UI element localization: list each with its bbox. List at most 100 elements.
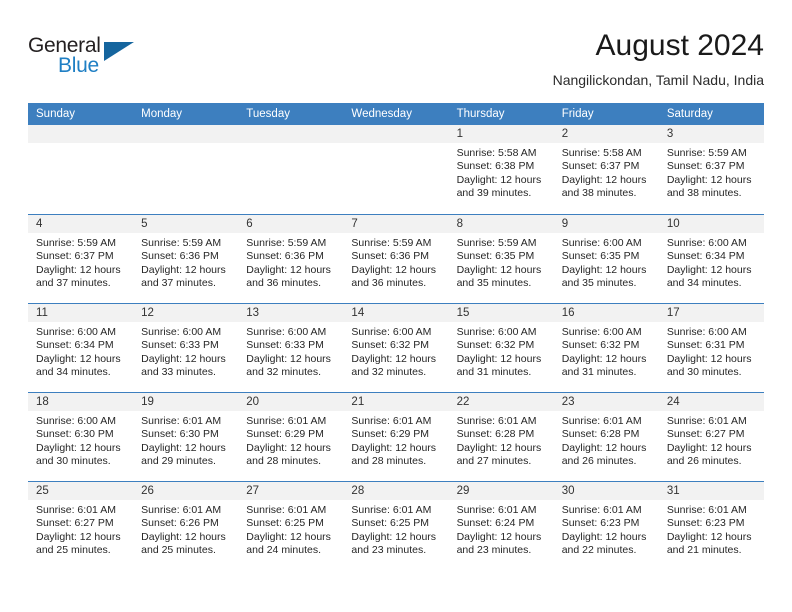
calendar-day-cell[interactable]: 7 Sunrise: 5:59 AM Sunset: 6:36 PM Daylight… bbox=[343, 215, 449, 303]
day-daylight-line2-text: and 22 minutes. bbox=[561, 544, 637, 557]
day-number: 3 bbox=[658, 125, 764, 143]
day-sunset-text: Sunset: 6:37 PM bbox=[36, 250, 114, 263]
day-daylight-line2-text: and 37 minutes. bbox=[36, 277, 111, 290]
weekday-monday: Monday bbox=[141, 108, 183, 120]
day-sunrise-text: Sunrise: 6:00 AM bbox=[36, 326, 116, 338]
calendar-day-cell[interactable]: 29 Sunrise: 6:01 AM Sunset: 6:24 PM Dayligh… bbox=[448, 482, 554, 570]
day-sunset-text: Sunset: 6:23 PM bbox=[561, 517, 640, 530]
day-number: 27 bbox=[238, 482, 344, 500]
day-number: 26 bbox=[133, 482, 239, 500]
weekday-sunday: Sunday bbox=[36, 108, 76, 120]
calendar-day-cell[interactable]: 19 Sunrise: 6:01 AM Sunset: 6:30 PM Dayligh… bbox=[133, 393, 239, 481]
day-daylight-line2-text: and 35 minutes. bbox=[456, 277, 532, 290]
day-sunrise-text: Sunrise: 6:01 AM bbox=[561, 504, 642, 516]
calendar-day-cell[interactable]: 13 Sunrise: 6:00 AM Sunset: 6:33 PM Dayligh… bbox=[238, 304, 344, 392]
day-daylight-line2-text: and 33 minutes. bbox=[141, 366, 216, 379]
day-sunset-text: Sunset: 6:24 PM bbox=[456, 517, 535, 530]
calendar-day-cell[interactable]: 3 Sunrise: 5:59 AM Sunset: 6:37 PM Daylight… bbox=[658, 125, 764, 214]
day-daylight-line2-text: and 32 minutes. bbox=[351, 366, 427, 379]
calendar-day-cell[interactable]: 31 Sunrise: 6:01 AM Sunset: 6:23 PM Dayligh… bbox=[658, 482, 764, 570]
calendar-day-cell[interactable]: 21 Sunrise: 6:01 AM Sunset: 6:29 PM Dayligh… bbox=[343, 393, 449, 481]
day-number bbox=[28, 125, 134, 143]
calendar-day-cell[interactable]: 10 Sunrise: 6:00 AM Sunset: 6:34 PM Dayligh… bbox=[658, 215, 764, 303]
calendar-day-cell[interactable]: 2 Sunrise: 5:58 AM Sunset: 6:37 PM Daylight… bbox=[553, 125, 659, 214]
day-number: 30 bbox=[553, 482, 659, 500]
calendar-day-cell[interactable]: 11 Sunrise: 6:00 AM Sunset: 6:34 PM Dayligh… bbox=[28, 304, 134, 392]
day-sunrise-text: Sunrise: 6:01 AM bbox=[456, 415, 537, 427]
day-details: Sunrise: 6:01 AM Sunset: 6:27 PM Daylight:… bbox=[659, 411, 764, 469]
day-details: Sunrise: 6:01 AM Sunset: 6:28 PM Daylight:… bbox=[449, 411, 554, 469]
day-daylight-line2-text: and 24 minutes. bbox=[246, 544, 321, 557]
day-sunrise-text: Sunrise: 6:01 AM bbox=[246, 504, 327, 516]
day-number: 15 bbox=[448, 304, 554, 322]
day-sunset-text: Sunset: 6:34 PM bbox=[36, 339, 114, 352]
day-number: 4 bbox=[28, 215, 134, 233]
calendar-day-cell[interactable]: 4 Sunrise: 5:59 AM Sunset: 6:37 PM Daylight… bbox=[28, 215, 134, 303]
day-details: Sunrise: 6:01 AM Sunset: 6:30 PM Daylight:… bbox=[133, 411, 238, 469]
day-sunrise-text: Sunrise: 6:01 AM bbox=[351, 415, 432, 427]
day-sunrise-text: Sunrise: 5:59 AM bbox=[36, 237, 116, 249]
day-daylight-line1-text: Daylight: 12 hours bbox=[246, 530, 331, 543]
day-details: Sunrise: 5:59 AM Sunset: 6:37 PM Daylight:… bbox=[28, 233, 133, 291]
day-sunset-text: Sunset: 6:27 PM bbox=[36, 517, 114, 530]
day-sunrise-text: Sunrise: 6:00 AM bbox=[351, 326, 432, 338]
generalblue-logo[interactable]: General Blue bbox=[28, 34, 148, 86]
calendar-day-cell[interactable]: 20 Sunrise: 6:01 AM Sunset: 6:29 PM Dayligh… bbox=[238, 393, 344, 481]
day-sunset-text: Sunset: 6:32 PM bbox=[561, 339, 640, 352]
calendar-day-cell[interactable]: 18 Sunrise: 6:00 AM Sunset: 6:30 PM Dayligh… bbox=[28, 393, 134, 481]
day-daylight-line1-text: Daylight: 12 hours bbox=[456, 530, 542, 543]
day-details: Sunrise: 6:00 AM Sunset: 6:31 PM Daylight:… bbox=[659, 322, 764, 380]
day-daylight-line1-text: Daylight: 12 hours bbox=[666, 352, 752, 365]
calendar-day-cell[interactable]: 12 Sunrise: 6:00 AM Sunset: 6:33 PM Dayligh… bbox=[133, 304, 239, 392]
day-sunrise-text: Sunrise: 6:00 AM bbox=[456, 326, 537, 338]
calendar-day-cell[interactable]: 6 Sunrise: 5:59 AM Sunset: 6:36 PM Daylight… bbox=[238, 215, 344, 303]
calendar-day-cell[interactable]: 17 Sunrise: 6:00 AM Sunset: 6:31 PM Dayligh… bbox=[658, 304, 764, 392]
calendar-day-cell[interactable]: 15 Sunrise: 6:00 AM Sunset: 6:32 PM Dayligh… bbox=[448, 304, 554, 392]
day-details: Sunrise: 5:59 AM Sunset: 6:36 PM Daylight:… bbox=[238, 233, 343, 291]
calendar-grid: Sunday Monday Tuesday Wednesday Thursday… bbox=[28, 103, 764, 570]
calendar-weeks: 1 Sunrise: 5:58 AM Sunset: 6:38 PM Daylight… bbox=[28, 125, 764, 570]
calendar-day-cell[interactable]: 14 Sunrise: 6:00 AM Sunset: 6:32 PM Dayligh… bbox=[343, 304, 449, 392]
calendar-day-cell[interactable]: 22 Sunrise: 6:01 AM Sunset: 6:28 PM Dayligh… bbox=[448, 393, 554, 481]
day-number: 22 bbox=[448, 393, 554, 411]
calendar-day-cell[interactable]: 30 Sunrise: 6:01 AM Sunset: 6:23 PM Dayligh… bbox=[553, 482, 659, 570]
day-number: 31 bbox=[658, 482, 764, 500]
day-sunset-text: Sunset: 6:31 PM bbox=[666, 339, 745, 352]
day-details: Sunrise: 6:01 AM Sunset: 6:25 PM Daylight:… bbox=[343, 500, 448, 558]
day-daylight-line2-text: and 23 minutes. bbox=[456, 544, 532, 557]
day-daylight-line2-text: and 32 minutes. bbox=[246, 366, 321, 379]
calendar-day-cell[interactable]: 1 Sunrise: 5:58 AM Sunset: 6:38 PM Daylight… bbox=[448, 125, 554, 214]
day-daylight-line1-text: Daylight: 12 hours bbox=[561, 530, 647, 543]
calendar-day-cell[interactable]: 26 Sunrise: 6:01 AM Sunset: 6:26 PM Dayligh… bbox=[133, 482, 239, 570]
calendar-day-cell[interactable]: 23 Sunrise: 6:01 AM Sunset: 6:28 PM Dayligh… bbox=[553, 393, 659, 481]
day-sunset-text: Sunset: 6:32 PM bbox=[456, 339, 535, 352]
weekday-saturday: Saturday bbox=[666, 108, 713, 120]
day-sunrise-text: Sunrise: 6:01 AM bbox=[246, 415, 327, 427]
day-daylight-line1-text: Daylight: 12 hours bbox=[36, 530, 121, 543]
day-daylight-line2-text: and 30 minutes. bbox=[36, 455, 111, 468]
day-daylight-line2-text: and 34 minutes. bbox=[666, 277, 742, 290]
calendar-day-cell[interactable]: 9 Sunrise: 6:00 AM Sunset: 6:35 PM Daylight… bbox=[553, 215, 659, 303]
day-sunrise-text: Sunrise: 6:01 AM bbox=[141, 415, 222, 427]
day-number: 20 bbox=[238, 393, 344, 411]
day-daylight-line1-text: Daylight: 12 hours bbox=[666, 263, 752, 276]
blue-flag-icon bbox=[104, 42, 134, 61]
day-number bbox=[238, 125, 344, 143]
day-daylight-line2-text: and 37 minutes. bbox=[141, 277, 216, 290]
calendar-day-cell[interactable]: 5 Sunrise: 5:59 AM Sunset: 6:36 PM Daylight… bbox=[133, 215, 239, 303]
day-number: 28 bbox=[343, 482, 449, 500]
calendar-day-cell[interactable]: 25 Sunrise: 6:01 AM Sunset: 6:27 PM Dayligh… bbox=[28, 482, 134, 570]
day-details: Sunrise: 6:01 AM Sunset: 6:24 PM Daylight:… bbox=[449, 500, 554, 558]
day-daylight-line1-text: Daylight: 12 hours bbox=[351, 352, 437, 365]
day-sunset-text: Sunset: 6:28 PM bbox=[561, 428, 640, 441]
calendar-day-cell[interactable]: 8 Sunrise: 5:59 AM Sunset: 6:35 PM Daylight… bbox=[448, 215, 554, 303]
calendar-day-cell[interactable]: 27 Sunrise: 6:01 AM Sunset: 6:25 PM Dayligh… bbox=[238, 482, 344, 570]
day-daylight-line1-text: Daylight: 12 hours bbox=[141, 530, 226, 543]
calendar-day-cell[interactable]: 24 Sunrise: 6:01 AM Sunset: 6:27 PM Dayligh… bbox=[658, 393, 764, 481]
day-daylight-line1-text: Daylight: 12 hours bbox=[666, 173, 752, 186]
day-details: Sunrise: 6:01 AM Sunset: 6:29 PM Daylight:… bbox=[238, 411, 343, 469]
day-number: 6 bbox=[238, 215, 344, 233]
calendar-day-cell[interactable]: 16 Sunrise: 6:00 AM Sunset: 6:32 PM Dayligh… bbox=[553, 304, 659, 392]
day-daylight-line1-text: Daylight: 12 hours bbox=[246, 263, 331, 276]
calendar-day-cell[interactable]: 28 Sunrise: 6:01 AM Sunset: 6:25 PM Dayligh… bbox=[343, 482, 449, 570]
